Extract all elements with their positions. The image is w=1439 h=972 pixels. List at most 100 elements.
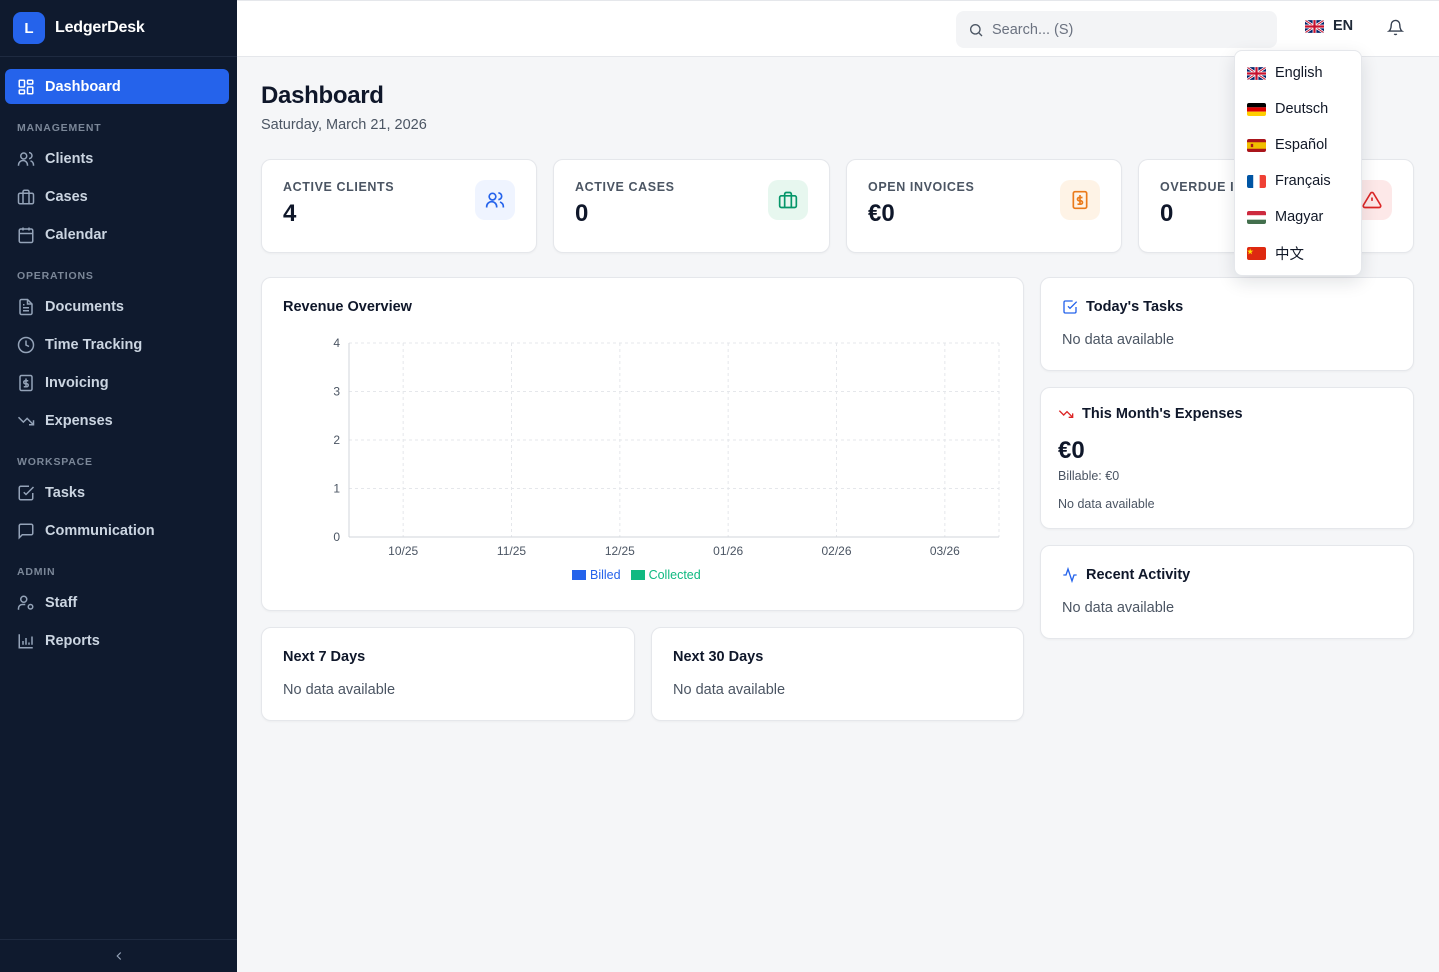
expenses-amount: €0	[1058, 437, 1085, 464]
receipt-dollar-icon	[1060, 180, 1100, 220]
x-tick-label: 03/26	[930, 544, 960, 558]
section-workspace: WORKSPACE	[17, 456, 93, 468]
stat-card-active-cases[interactable]: ACTIVE CASES 0	[553, 159, 830, 253]
brand-name[interactable]: LedgerDesk	[55, 19, 145, 37]
notifications-button[interactable]	[1387, 19, 1404, 36]
language-option-english[interactable]: English	[1235, 55, 1361, 91]
bell-icon	[1387, 19, 1404, 36]
gb-flag-icon	[1247, 66, 1266, 80]
sidebar-item-calendar[interactable]: Calendar	[5, 217, 229, 252]
sidebar-item-expenses[interactable]: Expenses	[5, 403, 229, 438]
sidebar-item-label: Calendar	[45, 226, 108, 243]
stat-value: 0	[1160, 200, 1174, 227]
sidebar-item-tasks[interactable]: Tasks	[5, 475, 229, 510]
language-selector-button[interactable]: EN	[1305, 18, 1353, 34]
gb-flag-icon	[1305, 19, 1324, 33]
chart-legend: Billed Collected	[572, 568, 701, 582]
empty-state: No data available	[1058, 497, 1155, 511]
x-tick-label: 02/26	[821, 544, 851, 558]
revenue-overview-card: Revenue Overview 0 1 2 3 4 10/25 11/25 12/25 01/…	[261, 277, 1024, 611]
fr-flag-icon	[1247, 174, 1266, 188]
y-tick-label: 1	[333, 482, 340, 496]
card-title: This Month's Expenses	[1058, 406, 1243, 422]
revenue-chart: 0 1 2 3 4 10/25 11/25 12/25 01/26 02/26 03/26	[333, 336, 1000, 558]
bar-chart-icon	[18, 633, 33, 648]
sidebar-item-label: Invoicing	[45, 374, 109, 391]
es-flag-icon	[1247, 138, 1266, 152]
users-icon	[475, 180, 515, 220]
legend-swatch-billed	[572, 570, 586, 580]
page-title: Dashboard	[261, 82, 384, 109]
sidebar-item-cases[interactable]: Cases	[5, 179, 229, 214]
language-option-espanol[interactable]: Español	[1235, 127, 1361, 163]
sidebar-item-documents[interactable]: Documents	[5, 289, 229, 324]
legend-label-collected[interactable]: Collected	[649, 568, 701, 582]
language-option-label: Magyar	[1275, 209, 1324, 225]
sidebar-item-label: Communication	[45, 522, 155, 539]
legend-swatch-collected	[630, 570, 645, 580]
sidebar-item-staff[interactable]: Staff	[5, 585, 229, 620]
language-option-francais[interactable]: Français	[1235, 163, 1361, 199]
language-option-chinese[interactable]: 中文	[1235, 235, 1361, 271]
stat-value: 0	[575, 200, 589, 227]
card-title: Next 7 Days	[283, 649, 366, 665]
card-title: Revenue Overview	[283, 299, 412, 315]
x-tick-label: 01/26	[713, 544, 743, 558]
sidebar-item-reports[interactable]: Reports	[5, 623, 229, 658]
receipt-dollar-icon	[19, 374, 33, 391]
language-option-deutsch[interactable]: Deutsch	[1235, 91, 1361, 127]
sidebar-item-clients[interactable]: Clients	[5, 141, 229, 176]
sidebar-item-invoicing[interactable]: Invoicing	[5, 365, 229, 400]
card-title-text: This Month's Expenses	[1082, 406, 1243, 422]
empty-state: No data available	[283, 682, 396, 698]
stat-card-active-clients[interactable]: ACTIVE CLIENTS 4	[261, 159, 537, 253]
sidebar-item-communication[interactable]: Communication	[5, 513, 229, 548]
monthly-expenses-card: This Month's Expenses €0 Billable: €0 No…	[1040, 387, 1414, 529]
sidebar-item-label: Staff	[45, 594, 78, 611]
briefcase-icon	[768, 180, 808, 220]
y-tick-label: 3	[333, 385, 340, 399]
legend-label-billed[interactable]: Billed	[590, 568, 621, 582]
y-tick-label: 4	[333, 336, 340, 350]
user-cog-icon	[17, 595, 34, 610]
sidebar-item-label: Cases	[45, 188, 88, 205]
sidebar-item-time-tracking[interactable]: Time Tracking	[5, 327, 229, 362]
card-title-text: Today's Tasks	[1086, 299, 1184, 315]
sidebar: L LedgerDesk Dashboard MANAGEMENT Client…	[0, 0, 237, 972]
sidebar-item-label: Reports	[45, 632, 100, 649]
sidebar-nav: Dashboard MANAGEMENT Clients Cases Calen…	[0, 57, 237, 658]
cn-flag-icon	[1247, 246, 1266, 260]
billable-amount: Billable: €0	[1058, 469, 1120, 483]
x-tick-label: 10/25	[388, 544, 418, 558]
language-option-label: Français	[1275, 173, 1331, 189]
trending-down-icon	[17, 416, 35, 425]
section-management: MANAGEMENT	[17, 122, 102, 134]
stat-label: ACTIVE CASES	[575, 180, 675, 194]
brand-logo[interactable]: L	[13, 12, 45, 44]
sidebar-item-label: Tasks	[45, 484, 86, 501]
language-code: EN	[1333, 18, 1354, 34]
check-square-icon	[1063, 300, 1078, 314]
stat-label: OVERDUE IN	[1160, 180, 1244, 194]
language-option-label: English	[1275, 65, 1323, 81]
language-option-label: Deutsch	[1275, 101, 1329, 117]
y-tick-label: 2	[333, 433, 340, 447]
sidebar-item-label: Documents	[45, 298, 124, 315]
next-30-days-card: Next 30 Days No data available	[651, 627, 1024, 721]
sidebar-item-dashboard[interactable]: Dashboard	[5, 69, 229, 104]
dashboard-icon	[18, 79, 34, 94]
language-option-magyar[interactable]: Magyar	[1235, 199, 1361, 235]
stat-card-open-invoices[interactable]: OPEN INVOICES €0	[846, 159, 1122, 253]
sidebar-item-label: Dashboard	[45, 78, 121, 95]
search-input[interactable]	[992, 21, 1252, 38]
section-operations: OPERATIONS	[17, 270, 94, 282]
search-icon	[970, 23, 983, 36]
search-bar[interactable]	[956, 11, 1277, 48]
stat-label: ACTIVE CLIENTS	[283, 180, 395, 194]
sidebar-collapse-button[interactable]	[0, 939, 237, 972]
message-icon	[18, 523, 34, 540]
recent-activity-card: Recent Activity No data available	[1040, 545, 1414, 639]
stat-value: 4	[283, 200, 297, 227]
clock-icon	[17, 336, 35, 353]
language-option-label: 中文	[1275, 246, 1304, 263]
